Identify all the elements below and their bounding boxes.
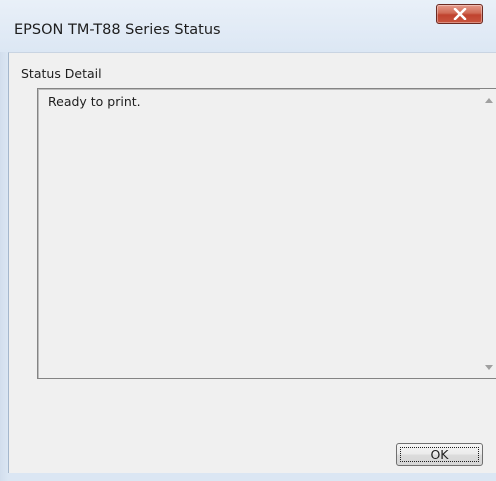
close-icon	[437, 5, 482, 23]
status-text: Ready to print.	[48, 94, 141, 109]
scroll-up-arrow-icon[interactable]	[480, 91, 496, 109]
vertical-scrollbar[interactable]	[480, 89, 496, 378]
status-detail-textbox[interactable]: Ready to print.	[37, 88, 496, 379]
ok-button-label: OK	[430, 447, 449, 462]
window-bottom-border	[8, 473, 496, 481]
status-window: EPSON TM-T88 Series Status Status Detail…	[0, 0, 496, 481]
dialog-client-area: Status Detail Ready to print. OK	[8, 52, 496, 473]
ok-button[interactable]: OK	[396, 443, 483, 466]
window-title: EPSON TM-T88 Series Status	[14, 22, 221, 38]
window-left-border	[0, 52, 8, 481]
title-bar[interactable]: EPSON TM-T88 Series Status	[0, 0, 496, 52]
scroll-down-arrow-icon[interactable]	[480, 358, 496, 376]
status-detail-label: Status Detail	[21, 66, 102, 81]
close-button[interactable]	[436, 4, 483, 24]
